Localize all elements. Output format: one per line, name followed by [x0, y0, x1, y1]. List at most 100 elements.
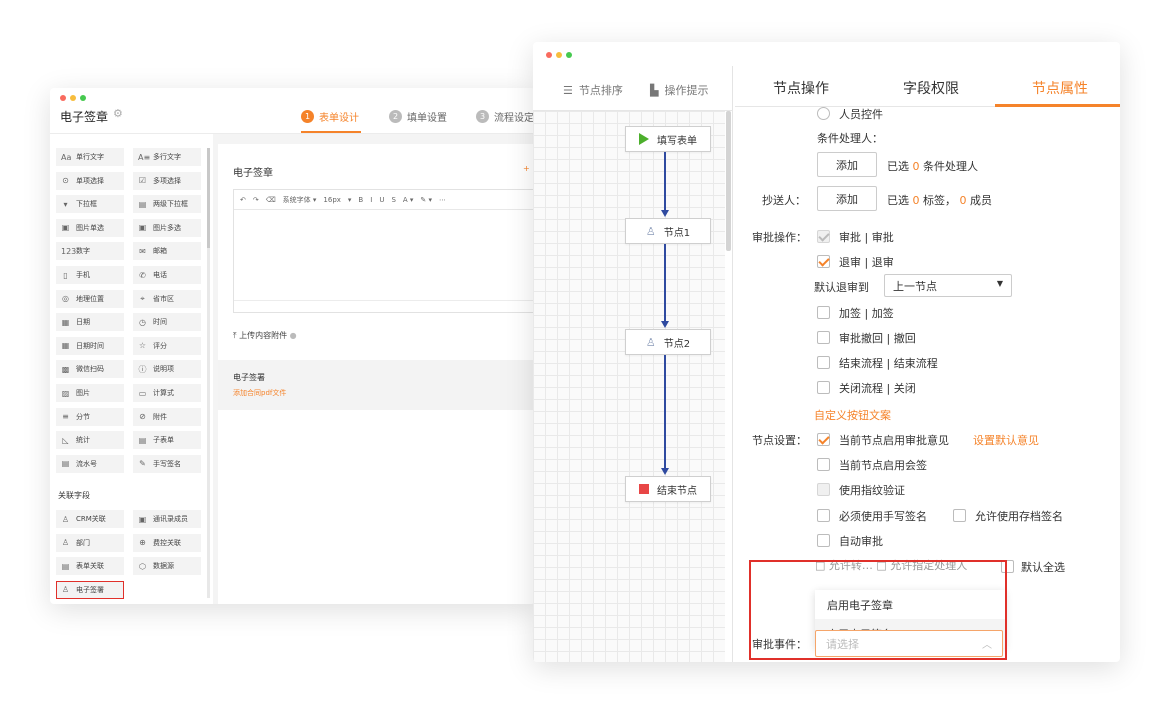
flow-node-1[interactable]: ♙ 节点1 — [625, 218, 711, 244]
flow-node-2[interactable]: ♙ 节点2 — [625, 329, 711, 355]
gear-icon[interactable]: ⚙ — [113, 107, 123, 120]
op-add-sign-checkbox[interactable] — [817, 306, 830, 319]
palette-field-item[interactable]: ▨ 图片 — [56, 384, 124, 402]
set-default-opinion-link[interactable]: 设置默认意见 — [973, 432, 1039, 448]
upload-attachment[interactable]: ⤒ 上传内容附件 ● — [233, 330, 297, 341]
palette-field-e-sign[interactable]: ♙ 电子签署 — [56, 580, 124, 599]
rich-text-editor[interactable]: ↶ ↷ ⌫ 系统字体 ▾ 16px ▾ B I U S A ▾ ✎ ▾ ⋯ — [233, 189, 535, 313]
editor-toolbar-button[interactable]: ↷ — [253, 196, 259, 204]
palette-field-item[interactable]: ◎ 地理位置 — [56, 289, 124, 308]
palette-field-item[interactable]: ≡ 分节 — [56, 407, 124, 426]
palette-field-item[interactable]: ✉ 邮箱 — [133, 242, 201, 261]
palette-field-item[interactable]: ⊙ 单项选择 — [56, 171, 124, 190]
field-type-icon: ▣ — [138, 223, 147, 233]
flow-canvas[interactable]: 填写表单 ♙ 节点1 ♙ 节点2 结束节点 — [533, 111, 725, 662]
setting-auto-approve-label: 自动审批 — [839, 535, 883, 548]
setting-opinion-checkbox[interactable] — [817, 433, 830, 446]
palette-field-item[interactable]: ☆ 评分 — [133, 336, 201, 355]
palette-related-item[interactable]: ▣ 通讯录成员 — [133, 510, 201, 528]
setting-fingerprint-checkbox[interactable] — [817, 483, 830, 496]
op-end-flow-checkbox[interactable] — [817, 356, 830, 369]
palette-field-item[interactable]: ▤ 流水号 — [56, 454, 124, 473]
editor-toolbar-button[interactable]: B — [358, 196, 363, 204]
palette-field-item[interactable]: ✎ 手写签名 — [133, 454, 201, 473]
editor-toolbar-button[interactable]: I — [370, 196, 372, 204]
editor-toolbar-button[interactable]: A ▾ — [403, 196, 414, 204]
palette-field-item[interactable]: ✆ 电话 — [133, 266, 201, 284]
op-close-flow-checkbox[interactable] — [817, 381, 830, 394]
flow-scrollbar[interactable] — [726, 111, 731, 251]
add-condition-handler-button[interactable]: 添加 — [817, 152, 877, 177]
editor-toolbar-button[interactable]: 16px — [323, 196, 341, 204]
maximize-dot[interactable] — [566, 52, 572, 58]
palette-field-item[interactable]: ⊘ 附件 — [133, 407, 201, 426]
field-type-icon: ▣ — [61, 223, 70, 233]
palette-field-item[interactable]: ▦ 日期 — [56, 313, 124, 332]
editor-toolbar-button[interactable]: ⌫ — [266, 196, 276, 204]
op-approve-checkbox[interactable] — [817, 230, 830, 243]
default-return-select[interactable]: 上一节点 ▼ — [884, 274, 1012, 297]
person-control-radio[interactable] — [817, 107, 830, 120]
palette-field-item[interactable]: ▾ 下拉框 — [56, 195, 124, 214]
palette-field-item[interactable]: ▭ 计算式 — [133, 384, 201, 402]
flow-node-end[interactable]: 结束节点 — [625, 476, 711, 502]
tab-operation-tips[interactable]: ▙ 操作提示 — [650, 82, 708, 98]
editor-toolbar-button[interactable]: S — [391, 196, 395, 204]
palette-field-item[interactable]: ⓘ 说明项 — [133, 360, 201, 379]
node-settings-label: 节点设置： — [752, 434, 807, 447]
palette-field-item[interactable]: ▯ 手机 — [56, 266, 124, 284]
allow-archived-signature-checkbox[interactable] — [953, 509, 966, 522]
palette-related-item[interactable]: ▤ 表单关联 — [56, 557, 124, 576]
editor-toolbar-button[interactable]: ▾ — [348, 196, 352, 204]
palette-related-item[interactable]: ♙ CRM关联 — [56, 510, 124, 528]
tab-node-order[interactable]: ☰ 节点排序 — [563, 82, 623, 98]
palette-field-item[interactable]: ▤ 两级下拉框 — [133, 195, 201, 214]
palette-related-item[interactable]: ⬡ 数据源 — [133, 557, 201, 576]
custom-button-text-link[interactable]: 自定义按钮文案 — [814, 407, 891, 423]
setting-countersign-checkbox[interactable] — [817, 458, 830, 471]
palette-field-item[interactable]: ◺ 统计 — [56, 431, 124, 450]
palette-field-item[interactable]: ▣ 图片单选 — [56, 218, 124, 237]
add-cc-button[interactable]: 添加 — [817, 186, 877, 211]
palette-field-item[interactable]: ▤ 子表单 — [133, 431, 201, 450]
palette-field-item[interactable]: ◷ 时间 — [133, 313, 201, 332]
arrow-down-icon — [661, 321, 669, 328]
palette-field-item[interactable]: Aa 单行文字 — [56, 148, 124, 166]
e-signature-field[interactable]: 电子签署 添加合同pdf文件 — [218, 360, 535, 410]
step-fill-settings[interactable]: 2 填单设置 — [389, 109, 447, 124]
editor-toolbar-button[interactable]: ⋯ — [439, 196, 446, 204]
palette-field-label: 表单关联 — [76, 562, 104, 571]
setting-handwritten-checkbox[interactable] — [817, 509, 830, 522]
flow-panel-tabs: ☰ 节点排序 ▙ 操作提示 — [533, 66, 733, 111]
op-return-checkbox[interactable] — [817, 255, 830, 268]
minimize-dot[interactable] — [556, 52, 562, 58]
editor-toolbar-button[interactable]: 系统字体 ▾ — [283, 195, 317, 205]
help-icon[interactable]: ● — [290, 331, 297, 340]
step-flow-settings[interactable]: 3 流程设定 — [476, 109, 534, 124]
palette-related-item[interactable]: ⊕ 费控关联 — [133, 533, 201, 552]
step-form-design[interactable]: 1 表单设计 — [301, 109, 359, 124]
close-dot[interactable] — [546, 52, 552, 58]
editor-toolbar-button[interactable]: U — [379, 196, 384, 204]
editor-toolbar-button[interactable]: ↶ — [240, 196, 246, 204]
tab-node-operation[interactable]: 节点操作 — [773, 78, 829, 98]
palette-field-item[interactable]: ▣ 图片多选 — [133, 218, 201, 237]
tab-field-permission[interactable]: 字段权限 — [903, 78, 959, 98]
add-icon[interactable]: + — [523, 164, 530, 173]
palette-field-item[interactable]: ⌖ 省市区 — [133, 289, 201, 308]
highlight-box — [749, 560, 1007, 660]
setting-auto-approve-checkbox[interactable] — [817, 534, 830, 547]
field-type-icon: ▤ — [138, 435, 147, 445]
palette-scroll-thumb[interactable] — [207, 148, 210, 248]
palette-field-item[interactable]: ☑ 多项选择 — [133, 171, 201, 190]
palette-field-item[interactable]: 123 数字 — [56, 242, 124, 261]
op-withdraw-checkbox[interactable] — [817, 331, 830, 344]
editor-toolbar-button[interactable]: ✎ ▾ — [420, 196, 432, 204]
palette-field-item[interactable]: ▦ 日期时间 — [56, 336, 124, 355]
editor-status-bar — [234, 300, 535, 312]
flow-node-start[interactable]: 填写表单 — [625, 126, 711, 152]
tab-node-properties[interactable]: 节点属性 — [1032, 78, 1088, 98]
palette-field-item[interactable]: A≡ 多行文字 — [133, 148, 201, 166]
palette-related-item[interactable]: ♙ 部门 — [56, 533, 124, 552]
palette-field-item[interactable]: ▩ 微信扫码 — [56, 360, 124, 379]
